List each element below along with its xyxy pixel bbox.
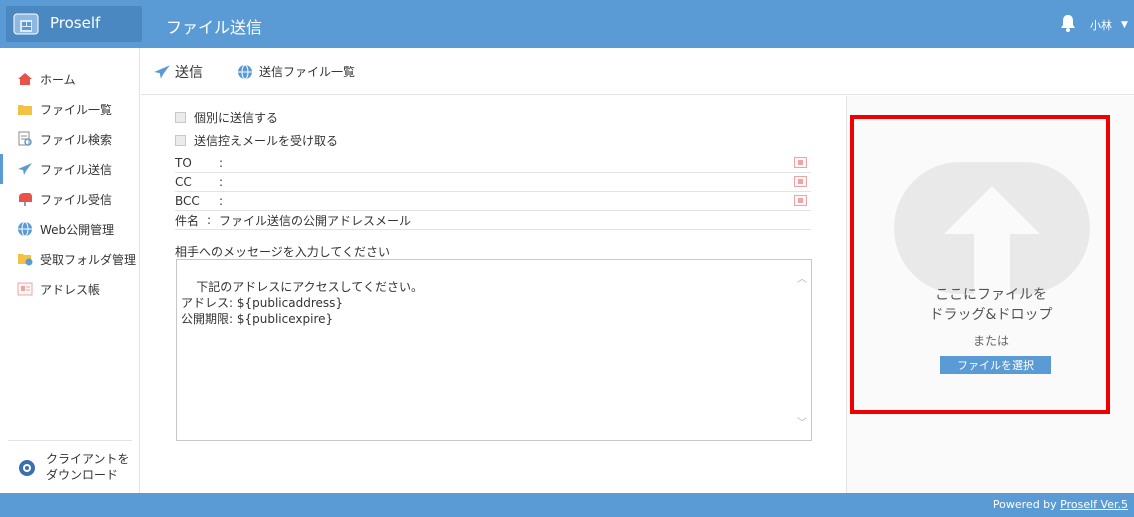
brand-name: Proself [50,14,101,32]
brand-logo-block[interactable]: Proself [6,6,142,42]
message-textarea[interactable]: 下記のアドレスにアクセスしてください。 アドレス: ${publicaddres… [176,259,812,441]
field-separator: : [219,156,224,170]
highlight-annotation-box [850,115,1110,414]
field-separator: : [219,194,224,208]
download-text-line1: クライアントを [46,452,130,466]
scroll-up-icon[interactable]: ︿ [797,272,807,288]
paper-plane-icon [153,63,171,81]
sidebar-item-label: 受取フォルダ管理 [40,252,137,267]
sidebar-item-receive-folder[interactable]: 受取フォルダ管理 [0,244,139,274]
client-download-icon [19,460,35,476]
sidebar-item-file-send[interactable]: ファイル送信 [0,154,139,184]
to-label: TO [175,156,192,170]
field-separator: : [207,213,212,227]
sidebar-item-label: ファイル一覧 [40,102,113,117]
individual-send-option[interactable]: 個別に送信する [175,109,278,126]
field-separator: : [219,175,224,189]
subject-label: 件名 [175,213,200,228]
sidebar-item-address-book[interactable]: アドレス帳 [0,274,139,304]
sidebar-item-web-publish[interactable]: Web公開管理 [0,214,139,244]
message-label: 相手へのメッセージを入力してください [175,245,391,259]
home-icon [16,71,34,87]
address-book-icon[interactable] [794,195,807,206]
sidebar-item-label: ファイル検索 [40,132,113,147]
address-book-icon [16,281,34,297]
paper-plane-icon [16,161,34,177]
client-download-link[interactable]: クライアントを ダウンロード [18,451,133,485]
sidebar-item-file-receive[interactable]: ファイル受信 [0,184,139,214]
cc-label: CC [175,175,192,189]
sidebar-item-label: Web公開管理 [40,222,115,237]
sidebar-item-label: ファイル受信 [40,192,113,207]
sidebar-item-label: アドレス帳 [40,282,101,297]
page-title: ファイル送信 [166,18,263,37]
subject-value[interactable]: ファイル送信の公開アドレスメール [219,212,411,229]
user-menu-name[interactable]: 小林 [1090,17,1112,33]
tab-bar: 送信 送信ファイル一覧 [141,48,1134,95]
send-form: 個別に送信する 送信控えメールを受け取る TO : CC : BCC : 件名 … [141,96,845,493]
receive-copy-checkbox[interactable] [175,135,186,146]
address-book-icon[interactable] [794,176,807,187]
address-book-icon[interactable] [794,157,807,168]
tab-send-label: 送信 [175,64,203,81]
globe-icon [16,221,34,237]
chevron-down-icon[interactable]: ▼ [1121,20,1128,30]
footer-version-link[interactable]: Proself Ver.5 [1060,498,1128,511]
individual-send-checkbox[interactable] [175,112,186,123]
file-search-icon [16,131,34,147]
notification-bell-icon[interactable] [1060,14,1076,32]
sidebar-item-label: ファイル送信 [40,162,113,177]
sidebar-divider [8,440,132,441]
scroll-down-icon[interactable]: ﹀ [797,416,807,432]
receive-folder-icon [16,251,34,267]
sidebar-item-file-list[interactable]: ファイル一覧 [0,94,139,124]
message-text: 下記のアドレスにアクセスしてください。 アドレス: ${publicaddres… [181,280,423,326]
sidebar-item-home[interactable]: ホーム [0,64,139,94]
tab-sent-file-list-label: 送信ファイル一覧 [259,65,356,79]
bcc-field[interactable]: BCC : [175,192,811,211]
tab-send[interactable]: 送信 [153,48,203,95]
individual-send-label: 個別に送信する [194,111,279,125]
mailbox-icon [16,191,34,207]
bcc-label: BCC [175,194,200,208]
sidebar-item-label: ホーム [40,72,76,87]
cc-field[interactable]: CC : [175,173,811,192]
subject-field[interactable]: 件名 : ファイル送信の公開アドレスメール [175,211,811,230]
download-text-line2: ダウンロード [46,468,119,482]
receive-copy-option[interactable]: 送信控えメールを受け取る [175,132,338,149]
sidebar: ホーム ファイル一覧 ファイル検索 ファイル送信 ファイル受信 Web公開管理 [0,48,140,493]
folder-icon [16,101,34,117]
receive-copy-label: 送信控えメールを受け取る [194,134,339,148]
to-field[interactable]: TO : [175,154,811,173]
proself-logo-icon [13,13,39,35]
footer-prefix: Powered by [992,498,1061,511]
footer: Powered by Proself Ver.5 [0,493,1134,517]
top-header: Proself ファイル送信 小林 ▼ [0,0,1134,48]
tab-sent-file-list[interactable]: 送信ファイル一覧 [237,48,355,95]
footer-credit: Powered by Proself Ver.5 [993,498,1128,511]
sidebar-item-file-search[interactable]: ファイル検索 [0,124,139,154]
globe-icon [237,63,255,81]
